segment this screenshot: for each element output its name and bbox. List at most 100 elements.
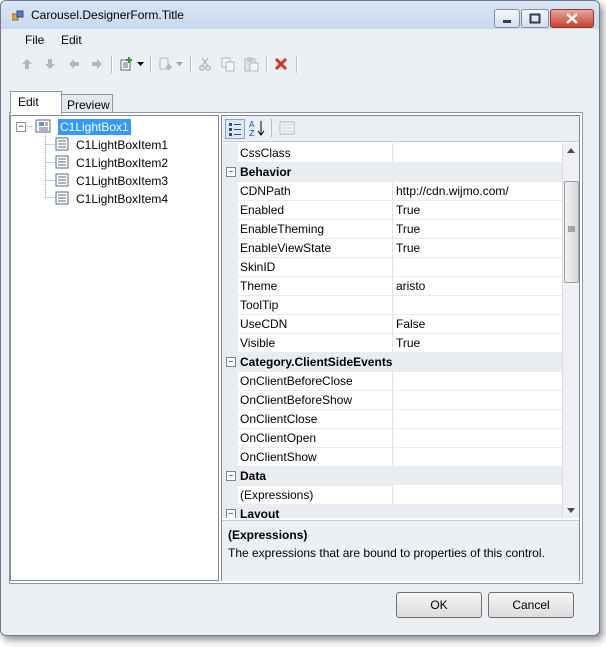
tree-node[interactable]: C1LightBoxItem3 — [11, 171, 216, 189]
property-row-onclientbeforeshow[interactable]: OnClientBeforeShow — [222, 390, 562, 410]
category-row-data[interactable]: − Data — [222, 466, 562, 486]
maximize-button[interactable] — [521, 9, 549, 28]
property-value[interactable]: True — [392, 200, 562, 219]
row-gutter — [222, 333, 238, 352]
property-grid-scrollbar[interactable] — [562, 143, 579, 518]
menu-edit[interactable]: Edit — [61, 33, 82, 47]
tree-node-root-label[interactable]: C1LightBox1 — [58, 119, 131, 135]
tree-node-label[interactable]: C1LightBoxItem3 — [76, 174, 168, 188]
property-row-onclientopen[interactable]: OnClientOpen — [222, 428, 562, 448]
property-name: EnableTheming — [240, 222, 325, 236]
collapse-icon[interactable]: − — [16, 122, 26, 132]
row-gutter — [222, 447, 238, 466]
property-row-onclientshow[interactable]: OnClientShow — [222, 447, 562, 467]
tree-node[interactable]: C1LightBoxItem2 — [11, 153, 216, 171]
property-pages-icon[interactable] — [278, 119, 296, 137]
menu-bar: File Edit — [9, 31, 591, 51]
move-right-icon[interactable] — [89, 56, 105, 72]
dropdown-arrow-icon[interactable] — [175, 56, 183, 72]
minimize-button[interactable] — [494, 9, 520, 28]
property-row-cdnpath[interactable]: CDNPath http://cdn.wijmo.com/ — [222, 181, 562, 201]
property-row-onclientclose[interactable]: OnClientClose — [222, 409, 562, 429]
scroll-down-icon[interactable] — [567, 508, 575, 513]
minimize-icon — [503, 20, 511, 23]
collapse-icon[interactable]: − — [226, 167, 236, 177]
move-left-icon[interactable] — [66, 56, 82, 72]
tree-view[interactable]: − C1LightBox1 C1LightBoxItem1 C1LightBox… — [10, 115, 219, 581]
property-name: OnClientBeforeClose — [240, 374, 353, 388]
copy-icon[interactable] — [220, 56, 236, 72]
cut-icon[interactable] — [197, 56, 213, 72]
dropdown-arrow-icon[interactable] — [136, 56, 144, 72]
add-child-icon[interactable] — [158, 56, 174, 72]
cancel-button[interactable]: Cancel — [488, 592, 574, 618]
property-row-tooltip[interactable]: ToolTip — [222, 295, 562, 315]
property-row-onclientbeforeclose[interactable]: OnClientBeforeClose — [222, 371, 562, 391]
toolbar-separator — [190, 56, 192, 73]
collapse-icon[interactable]: − — [226, 471, 236, 481]
property-value[interactable] — [392, 371, 562, 390]
tree-node[interactable]: C1LightBoxItem4 — [11, 189, 216, 207]
close-button[interactable] — [550, 9, 594, 28]
title-bar[interactable]: Carousel.DesignerForm.Title — [1, 1, 599, 29]
property-value[interactable]: aristo — [392, 276, 562, 295]
menu-file[interactable]: File — [25, 33, 44, 47]
category-row-behavior[interactable]: − Behavior — [222, 162, 562, 182]
property-value[interactable] — [392, 143, 562, 162]
property-row-enabled[interactable]: Enabled True — [222, 200, 562, 220]
lightbox-icon — [35, 119, 51, 133]
property-value[interactable] — [392, 428, 562, 447]
insert-item-icon[interactable] — [119, 56, 135, 72]
property-row-enabletheming[interactable]: EnableTheming True — [222, 219, 562, 239]
property-row-expressions[interactable]: (Expressions) — [222, 485, 562, 505]
property-name: CssClass — [240, 146, 291, 160]
property-row-skinid[interactable]: SkinID — [222, 257, 562, 277]
tree-node-label[interactable]: C1LightBoxItem4 — [76, 192, 168, 206]
tree-node-label[interactable]: C1LightBoxItem1 — [76, 138, 168, 152]
property-value[interactable] — [392, 485, 562, 504]
property-value[interactable] — [392, 409, 562, 428]
property-row-usecdn[interactable]: UseCDN False — [222, 314, 562, 334]
property-name: (Expressions) — [240, 488, 314, 502]
property-name: EnableViewState — [240, 241, 332, 255]
paste-icon[interactable] — [243, 56, 259, 72]
maximize-icon — [529, 13, 541, 24]
row-gutter — [222, 314, 238, 333]
property-row-theme[interactable]: Theme aristo — [222, 276, 562, 296]
property-row-enableviewstate[interactable]: EnableViewState True — [222, 238, 562, 258]
property-value[interactable] — [392, 295, 562, 314]
property-row-visible[interactable]: Visible True — [222, 333, 562, 353]
tree-node-root[interactable]: − C1LightBox1 — [11, 117, 216, 135]
category-row-layout[interactable]: − Layout — [222, 504, 562, 518]
property-value[interactable] — [392, 447, 562, 466]
property-name: CDNPath — [240, 184, 291, 198]
property-value[interactable] — [392, 390, 562, 409]
property-value[interactable]: False — [392, 314, 562, 333]
property-value[interactable]: True — [392, 238, 562, 257]
property-value[interactable]: http://cdn.wijmo.com/ — [392, 181, 562, 200]
tab-edit[interactable]: Edit — [10, 91, 62, 114]
tab-preview[interactable]: Preview — [61, 94, 113, 114]
property-value[interactable]: True — [392, 333, 562, 352]
categorized-icon[interactable] — [225, 119, 245, 139]
property-name: SkinID — [240, 260, 276, 274]
tab-preview-label: Preview — [67, 98, 110, 112]
window-title: Carousel.DesignerForm.Title — [31, 8, 184, 22]
scroll-thumb[interactable] — [564, 181, 579, 283]
scroll-up-icon[interactable] — [567, 148, 575, 153]
property-value[interactable] — [392, 257, 562, 276]
ok-button[interactable]: OK — [396, 592, 482, 618]
move-up-icon[interactable] — [19, 56, 35, 72]
property-grid-toolbar: AZ — [222, 116, 579, 142]
property-row-cssclass[interactable]: CssClass — [222, 143, 562, 163]
tree-node[interactable]: C1LightBoxItem1 — [11, 135, 216, 153]
move-down-icon[interactable] — [42, 56, 58, 72]
tree-node-label[interactable]: C1LightBoxItem2 — [76, 156, 168, 170]
collapse-icon[interactable]: − — [226, 357, 236, 367]
delete-icon[interactable] — [273, 56, 289, 72]
category-row-client-side-events[interactable]: − Category.ClientSideEvents — [222, 352, 562, 372]
alphabetical-icon[interactable]: AZ — [248, 119, 266, 138]
collapse-icon[interactable]: − — [226, 509, 236, 518]
property-value[interactable]: True — [392, 219, 562, 238]
grip-icon — [568, 226, 575, 232]
